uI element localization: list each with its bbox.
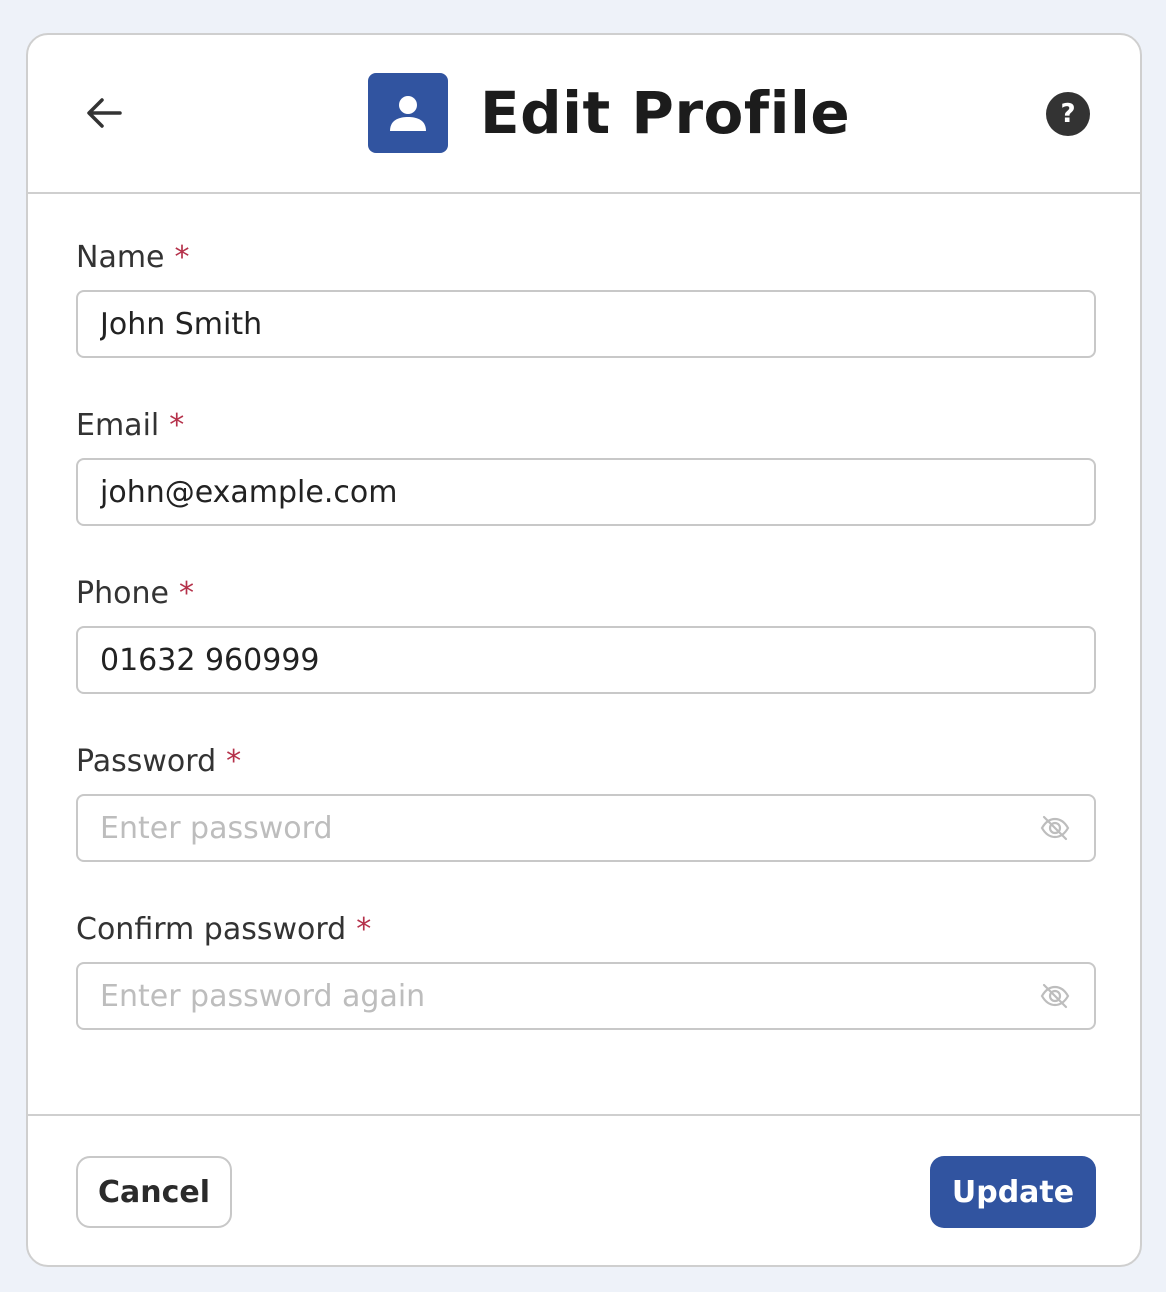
name-label: Name * [76, 238, 1096, 278]
required-asterisk: * [226, 744, 242, 779]
title-group: Edit Profile [368, 73, 850, 153]
arrow-left-icon [87, 98, 122, 128]
user-icon [368, 73, 448, 153]
confirm-password-label: Confirm password * [76, 910, 1096, 950]
help-icon: ? [1060, 99, 1076, 129]
required-asterisk: * [356, 912, 372, 947]
name-input[interactable] [100, 306, 1072, 342]
card-footer: Cancel Update [28, 1114, 1140, 1265]
phone-input-box [76, 626, 1096, 694]
required-asterisk: * [174, 240, 190, 275]
phone-field-group: Phone * [76, 574, 1096, 694]
update-button[interactable]: Update [930, 1156, 1096, 1228]
password-field-group: Password * [76, 742, 1096, 862]
required-asterisk: * [169, 408, 185, 443]
email-input[interactable] [100, 474, 1072, 510]
edit-profile-card: Edit Profile ? Name * Email * [26, 33, 1142, 1267]
password-label-text: Password [76, 744, 217, 779]
confirm-password-field-group: Confirm password * [76, 910, 1096, 1030]
confirm-password-input-box [76, 962, 1096, 1030]
cancel-button[interactable]: Cancel [76, 1156, 232, 1228]
confirm-password-input[interactable] [100, 978, 1038, 1014]
name-label-text: Name [76, 240, 165, 275]
page-title: Edit Profile [480, 79, 851, 147]
name-input-box [76, 290, 1096, 358]
back-button[interactable] [80, 89, 128, 137]
confirm-password-visibility-toggle[interactable] [1038, 979, 1072, 1013]
phone-label: Phone * [76, 574, 1096, 614]
password-visibility-toggle[interactable] [1038, 811, 1072, 845]
confirm-password-label-text: Confirm password [76, 912, 347, 947]
phone-input[interactable] [100, 642, 1072, 678]
eye-off-icon [1040, 983, 1070, 1009]
required-asterisk: * [178, 576, 194, 611]
help-button[interactable]: ? [1046, 92, 1090, 136]
phone-label-text: Phone [76, 576, 169, 611]
email-label-text: Email [76, 408, 160, 443]
name-field-group: Name * [76, 238, 1096, 358]
password-label: Password * [76, 742, 1096, 782]
password-input-box [76, 794, 1096, 862]
email-field-group: Email * [76, 406, 1096, 526]
password-input[interactable] [100, 810, 1038, 846]
email-input-box [76, 458, 1096, 526]
eye-off-icon [1040, 815, 1070, 841]
card-header: Edit Profile ? [28, 35, 1140, 194]
email-label: Email * [76, 406, 1096, 446]
